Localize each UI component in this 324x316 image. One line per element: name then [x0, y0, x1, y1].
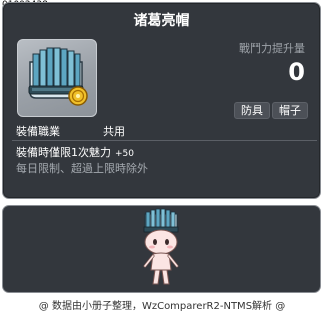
item-icon-frame — [17, 39, 97, 117]
power-value: 0 — [288, 58, 305, 86]
character-preview-panel — [2, 205, 321, 293]
footer-credit: @ 数据由小册子整理，WzComparerR2-NTMS解析 @ — [38, 301, 286, 312]
bonus-text: 裝備時僅限1次魅力 — [16, 146, 111, 159]
tag-armor: 防具 — [234, 102, 270, 119]
job-value: 共用 — [103, 125, 125, 138]
power-label: 戰鬥力提升量 — [239, 42, 305, 55]
job-label: 裝備職業 — [16, 125, 60, 138]
item-tooltip: 诸葛亮帽 戰鬥力提升量 0 防具 帽子 裝備職業 共用 裝備時僅限1次魅力 +5… — [2, 2, 321, 199]
coin-icon — [68, 86, 88, 106]
limit-text: 每日限制、超過上限時除外 — [16, 162, 148, 175]
item-name: 诸葛亮帽 — [133, 13, 190, 29]
divider — [12, 140, 317, 141]
tag-hat: 帽子 — [272, 102, 308, 119]
bonus-value: +50 — [115, 149, 134, 159]
hat-icon — [28, 47, 84, 99]
character-preview — [143, 208, 179, 285]
bonus-line: 裝備時僅限1次魅力 +50 — [16, 144, 134, 160]
